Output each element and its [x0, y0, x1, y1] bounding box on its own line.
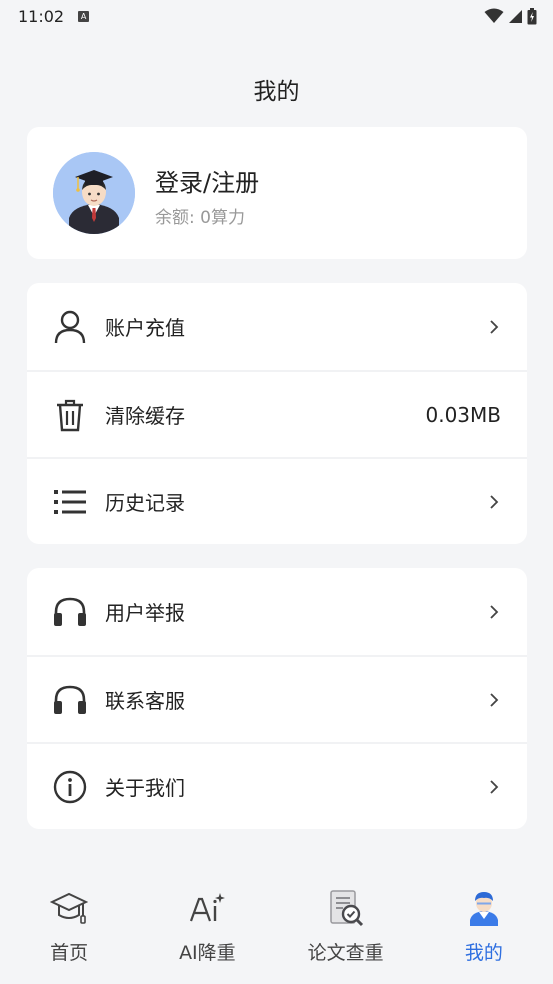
battery-icon [527, 7, 537, 24]
menu-group-support: 用户举报 联系客服 关于我们 [27, 568, 527, 829]
tab-mine[interactable]: 我的 [415, 880, 553, 984]
status-bar: 11:02 A [0, 0, 553, 32]
chevron-right-icon [490, 779, 499, 794]
menu-item-report[interactable]: 用户举报 [27, 568, 527, 655]
chevron-right-icon [490, 692, 499, 707]
info-icon [53, 770, 87, 804]
menu-item-label: 账户充值 [105, 316, 185, 340]
document-check-icon [326, 888, 366, 928]
chevron-right-icon [490, 604, 499, 619]
notification-badge-icon: A [78, 10, 90, 22]
status-time: 11:02 [18, 6, 65, 26]
graduate-avatar-icon[interactable] [53, 152, 135, 234]
user-icon [53, 310, 87, 344]
menu-item-label: 用户举报 [105, 601, 185, 625]
cache-size-value: 0.03MB [425, 402, 501, 427]
signal-icon [509, 10, 522, 23]
profile-card[interactable]: 登录/注册 余额: 0算力 [27, 127, 527, 259]
bottom-tab-bar: 首页 AI降重 论文查重 我的 [0, 880, 553, 984]
menu-group-account: 账户充值 清除缓存 0.03MB 历史记录 [27, 283, 527, 544]
tab-plagiarism-check[interactable]: 论文查重 [277, 880, 415, 984]
wifi-icon [484, 8, 504, 23]
trash-icon [53, 398, 87, 432]
menu-item-label: 历史记录 [105, 491, 185, 515]
page-title: 我的 [253, 79, 300, 105]
user-avatar-icon [464, 888, 504, 928]
list-icon [53, 485, 87, 519]
menu-item-history[interactable]: 历史记录 [27, 457, 527, 544]
ai-sparkle-icon [187, 888, 227, 928]
headphones-icon [53, 683, 87, 717]
menu-item-label: 联系客服 [105, 689, 185, 713]
menu-item-label: 清除缓存 [105, 404, 185, 428]
menu-item-recharge[interactable]: 账户充值 [27, 283, 527, 370]
tab-home[interactable]: 首页 [0, 880, 138, 984]
tab-label: 首页 [50, 942, 89, 964]
chevron-right-icon [490, 494, 499, 509]
menu-item-clear-cache[interactable]: 清除缓存 0.03MB [27, 370, 527, 457]
tab-label: 我的 [464, 942, 503, 964]
login-register-link[interactable]: 登录/注册 [155, 163, 259, 198]
menu-item-label: 关于我们 [105, 776, 185, 800]
chevron-right-icon [490, 319, 499, 334]
headphones-icon [53, 595, 87, 629]
menu-item-customer-service[interactable]: 联系客服 [27, 655, 527, 742]
menu-item-about[interactable]: 关于我们 [27, 742, 527, 829]
graduation-cap-icon [49, 888, 89, 928]
tab-ai-rewrite[interactable]: AI降重 [138, 880, 276, 984]
balance-text: 余额: 0算力 [155, 208, 245, 228]
tab-label: 论文查重 [307, 942, 384, 964]
tab-label: AI降重 [179, 942, 236, 964]
